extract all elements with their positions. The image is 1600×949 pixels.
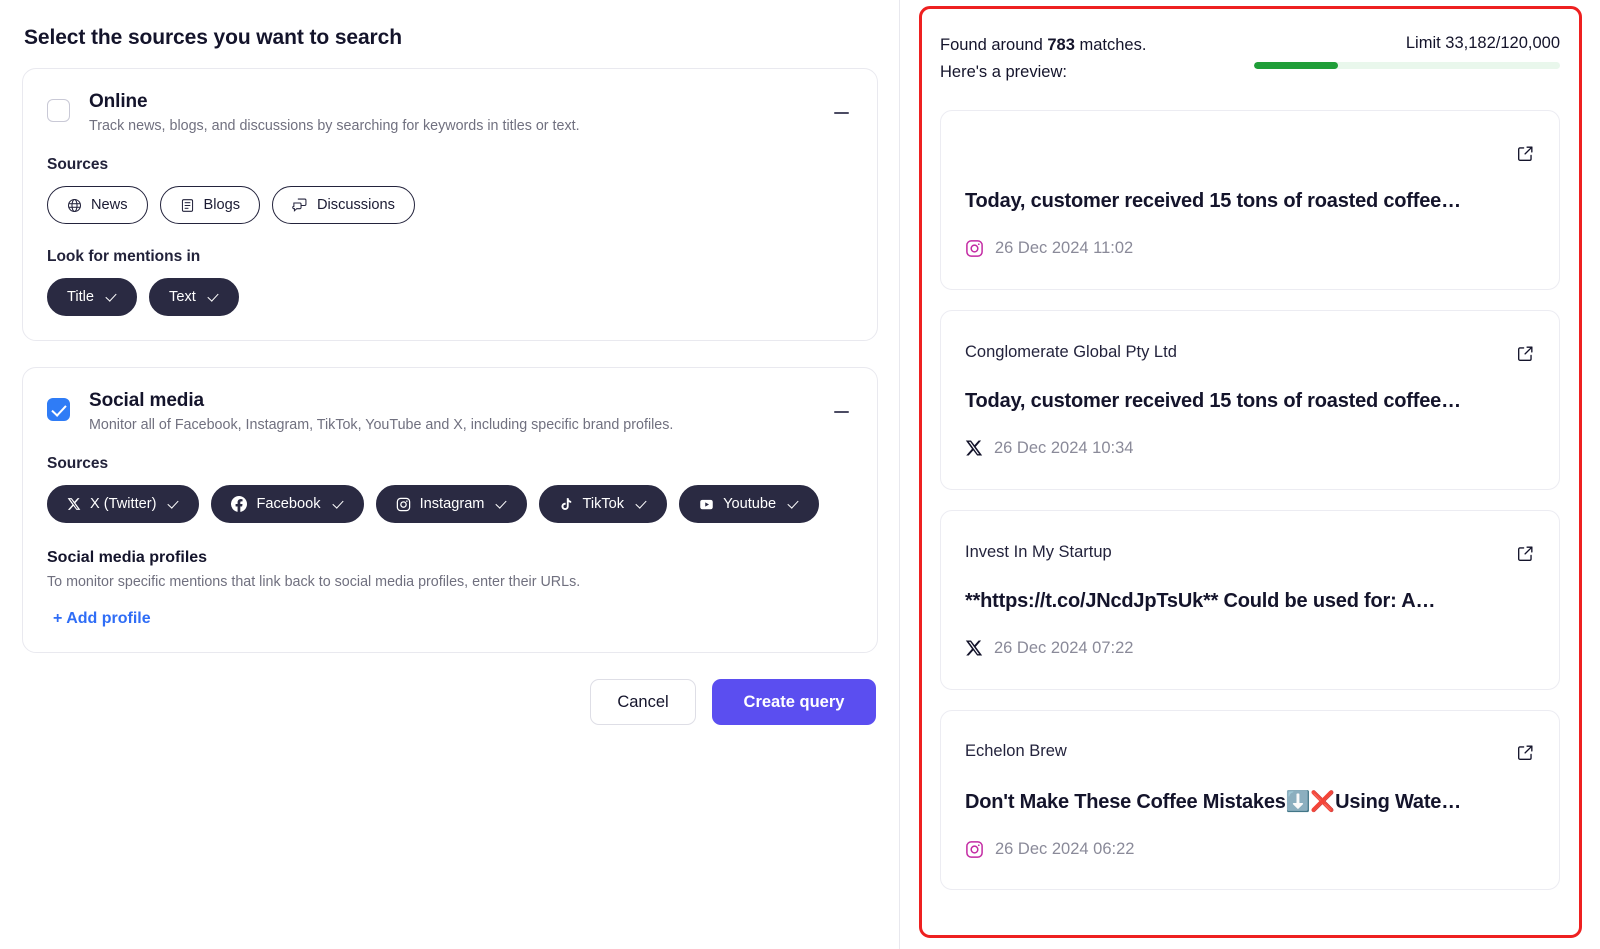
result-card[interactable]: Today, customer received 15 tons of roas… <box>940 110 1560 291</box>
mention-chip-title-label: Title <box>67 289 95 305</box>
instagram-icon <box>965 239 984 258</box>
source-chip-discussions-label: Discussions <box>317 197 395 213</box>
online-checkbox[interactable] <box>47 99 70 122</box>
source-group-social-media: Social media Monitor all of Facebook, In… <box>22 367 878 653</box>
x-twitter-icon <box>67 497 81 511</box>
instagram-icon <box>396 497 411 512</box>
minus-icon <box>833 410 849 414</box>
social-media-title: Social media <box>89 390 204 411</box>
source-chip-instagram-label: Instagram <box>419 496 485 512</box>
result-author: Echelon Brew <box>965 741 1067 760</box>
check-icon <box>635 498 647 510</box>
result-date: 26 Dec 2024 06:22 <box>995 839 1135 858</box>
source-chip-news-label: News <box>91 197 128 213</box>
source-chip-tiktok-label: TikTok <box>582 496 625 512</box>
check-icon <box>105 291 117 303</box>
tiktok-icon <box>559 497 573 511</box>
minus-icon <box>833 111 849 115</box>
result-card[interactable]: Conglomerate Global Pty Ltd Today, custo… <box>940 310 1560 491</box>
limit-progress-fill <box>1254 62 1339 69</box>
chat-bubbles-icon <box>292 197 308 213</box>
result-card[interactable]: Echelon Brew Don't Make These Coffee Mis… <box>940 710 1560 891</box>
page-title: Select the sources you want to search <box>24 26 402 49</box>
source-chip-news[interactable]: News <box>47 186 148 224</box>
result-author: Conglomerate Global Pty Ltd <box>965 342 1177 361</box>
document-icon <box>180 198 195 213</box>
source-group-online: Online Track news, blogs, and discussion… <box>22 68 878 341</box>
matches-prefix: Found around <box>940 36 1048 54</box>
check-icon <box>207 291 219 303</box>
source-chip-blogs[interactable]: Blogs <box>159 186 261 224</box>
external-link-icon[interactable] <box>1516 144 1535 168</box>
matches-count: 783 <box>1047 36 1075 54</box>
social-profiles-subtitle: To monitor specific mentions that link b… <box>47 574 581 590</box>
result-date: 26 Dec 2024 07:22 <box>994 638 1134 657</box>
source-chip-blogs-label: Blogs <box>203 197 241 213</box>
external-link-icon[interactable] <box>1516 544 1535 568</box>
result-date: 26 Dec 2024 10:34 <box>994 438 1134 457</box>
limit-widget: Limit 33,182/120,000 <box>1254 34 1560 69</box>
result-date: 26 Dec 2024 11:02 <box>995 238 1134 257</box>
facebook-icon <box>231 496 248 512</box>
check-icon <box>167 498 179 510</box>
x-twitter-icon <box>965 439 983 457</box>
source-chip-youtube[interactable]: Youtube <box>679 485 820 523</box>
result-title: Today, customer received 15 tons of roas… <box>965 189 1461 212</box>
mentions-label: Look for mentions in <box>47 248 201 265</box>
youtube-icon <box>699 497 714 512</box>
preview-panel: Found around 783 matches. Here's a previ… <box>900 0 1600 949</box>
result-card[interactable]: Invest In My Startup **https://t.co/JNcd… <box>940 510 1560 691</box>
preview-results-list: Today, customer received 15 tons of roas… <box>940 110 1560 891</box>
source-chip-tiktok[interactable]: TikTok <box>539 485 668 523</box>
add-profile-link[interactable]: + Add profile <box>53 610 151 628</box>
external-link-icon[interactable] <box>1516 743 1535 767</box>
create-query-button[interactable]: Create query <box>712 679 876 725</box>
dialog-actions: Cancel Create query <box>22 679 878 725</box>
social-sources-label: Sources <box>47 455 109 472</box>
source-selection-screen: Select the sources you want to search On… <box>0 0 1600 949</box>
online-sources-chips: News Blogs Discussions <box>47 186 853 224</box>
matches-suffix: matches. <box>1074 36 1147 54</box>
source-chip-youtube-label: Youtube <box>723 496 777 512</box>
mentions-chips: Title Text <box>47 278 853 316</box>
preview-summary-row: Found around 783 matches. Here's a previ… <box>940 32 1560 86</box>
result-title: Today, customer received 15 tons of roas… <box>965 389 1461 412</box>
social-media-header: Social media Monitor all of Facebook, In… <box>47 390 853 433</box>
social-media-collapse-button[interactable] <box>829 400 853 424</box>
source-chip-facebook-label: Facebook <box>256 496 321 512</box>
check-icon <box>495 498 507 510</box>
source-chip-discussions[interactable]: Discussions <box>272 186 415 224</box>
online-header: Online Track news, blogs, and discussion… <box>47 91 853 134</box>
check-icon <box>332 498 344 510</box>
social-profiles-heading: Social media profiles <box>47 549 208 566</box>
limit-label: Limit 33,182/120,000 <box>1405 34 1560 52</box>
online-title: Online <box>89 91 148 112</box>
result-author: Invest In My Startup <box>965 542 1112 561</box>
globe-icon <box>67 198 82 213</box>
online-subtitle: Track news, blogs, and discussions by se… <box>89 118 580 134</box>
preview-subline: Here's a preview: <box>940 63 1067 82</box>
cancel-button[interactable]: Cancel <box>590 679 696 725</box>
social-media-subtitle: Monitor all of Facebook, Instagram, TikT… <box>89 417 674 433</box>
source-chip-x-twitter[interactable]: X (Twitter) <box>47 485 200 523</box>
mention-chip-text[interactable]: Text <box>149 278 239 316</box>
social-sources-chips: X (Twitter) Facebook Instagram TikTok Yo… <box>47 485 853 523</box>
external-link-icon[interactable] <box>1516 344 1535 368</box>
x-twitter-icon <box>965 639 983 657</box>
online-sources-label: Sources <box>47 156 109 173</box>
result-title: Don't Make These Coffee Mistakes⬇️❌Using… <box>965 790 1462 813</box>
online-collapse-button[interactable] <box>829 101 853 125</box>
mention-chip-title[interactable]: Title <box>47 278 138 316</box>
mention-chip-text-label: Text <box>169 289 196 305</box>
instagram-icon <box>965 840 984 859</box>
source-chip-x-twitter-label: X (Twitter) <box>90 496 157 512</box>
social-media-checkbox[interactable] <box>47 398 70 421</box>
sources-config-panel: Select the sources you want to search On… <box>0 0 900 949</box>
source-chip-instagram[interactable]: Instagram <box>375 485 528 523</box>
result-title: **https://t.co/JNcdJpTsUk** Could be use… <box>965 589 1436 612</box>
source-chip-facebook[interactable]: Facebook <box>211 485 364 523</box>
matches-summary: Found around 783 matches. Here's a previ… <box>940 32 1146 86</box>
check-icon <box>787 498 799 510</box>
limit-progress-track <box>1254 62 1560 69</box>
